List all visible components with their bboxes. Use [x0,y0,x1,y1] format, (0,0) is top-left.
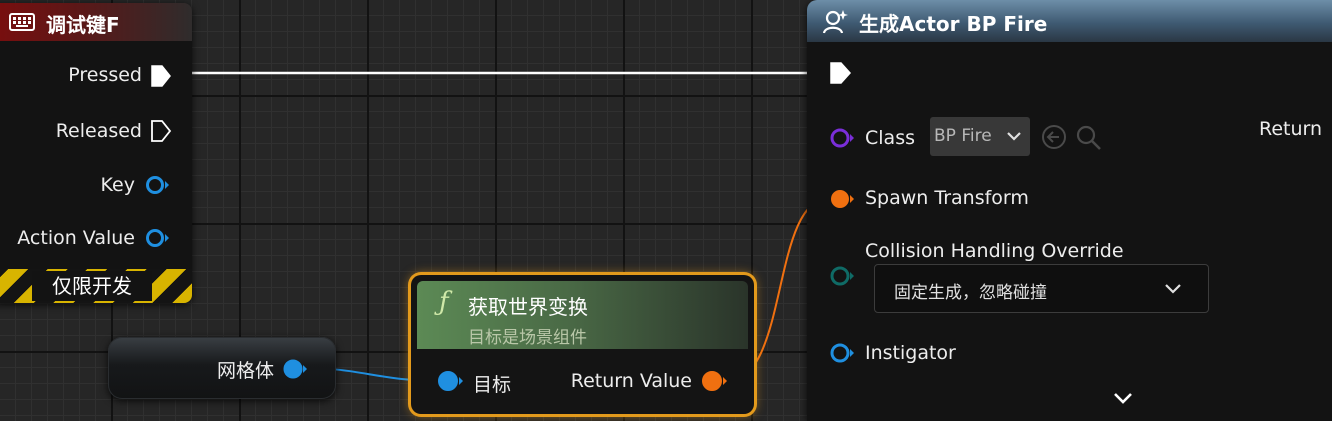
class-label: Class [865,127,915,149]
instigator-pin[interactable] [829,342,857,364]
collision-label: Collision Handling Override [865,240,1124,262]
func-node-title: 获取世界变换 [468,295,588,319]
key-pin[interactable] [145,175,171,195]
dev-only-banner: 仅限开发 [0,269,192,303]
spawn-transform-pin[interactable] [829,188,857,210]
spawn-node-title: 生成Actor BP Fire [859,12,1048,36]
spawn-exec-in-pin[interactable] [829,61,853,85]
mesh-output-pin[interactable] [282,358,310,380]
released-exec-pin[interactable] [150,119,172,143]
func-return-label: Return Value [570,370,692,392]
use-selected-asset-icon[interactable] [1041,124,1067,150]
spawn-actor-node[interactable]: 生成Actor BP Fire Class BP Fire Return Spa… [807,0,1332,421]
input-node-header[interactable]: 调试键F [0,3,192,41]
input-action-node[interactable]: 调试键F Pressed Released Key Action Value 仅… [0,3,192,303]
input-node-title: 调试键F [46,13,120,37]
target-label: 目标 [473,374,512,396]
class-select-value: BP Fire [934,126,992,146]
key-label: Key [100,174,135,196]
spawn-node-header[interactable]: 生成Actor BP Fire [807,0,1332,42]
mesh-variable-node[interactable]: 网格体 [108,337,336,399]
chevron-down-icon [1007,132,1021,141]
get-world-transform-node[interactable]: ƒ 获取世界变换 目标是场景组件 目标 Return Value [411,275,754,414]
class-select[interactable]: BP Fire [930,117,1030,156]
expand-chevron-icon[interactable] [1112,389,1134,407]
collision-select[interactable]: 固定生成，忽略碰撞 [874,264,1209,313]
action-value-pin[interactable] [145,228,171,248]
target-pin[interactable] [436,370,466,392]
spawn-transform-label: Spawn Transform [865,187,1029,209]
spawn-actor-icon [822,10,848,34]
return-value-pin[interactable] [700,370,730,392]
instigator-label: Instigator [865,342,956,364]
keyboard-icon [9,13,35,31]
collision-select-value: 固定生成，忽略碰撞 [894,283,1047,303]
chevron-down-icon [1165,284,1181,294]
browse-asset-icon[interactable] [1075,124,1103,152]
dev-only-label: 仅限开发 [32,271,152,301]
action-value-label: Action Value [17,227,135,249]
collision-pin[interactable] [829,265,857,287]
class-pin[interactable] [829,127,857,149]
released-label: Released [55,120,142,142]
mesh-label: 网格体 [216,360,274,382]
return-value-label: Return [1259,118,1323,140]
pressed-label: Pressed [68,64,142,86]
func-node-header[interactable]: ƒ 获取世界变换 目标是场景组件 [417,281,748,349]
function-icon: ƒ [439,287,449,317]
func-node-subtitle: 目标是场景组件 [468,328,587,348]
pressed-exec-pin[interactable] [150,64,172,88]
